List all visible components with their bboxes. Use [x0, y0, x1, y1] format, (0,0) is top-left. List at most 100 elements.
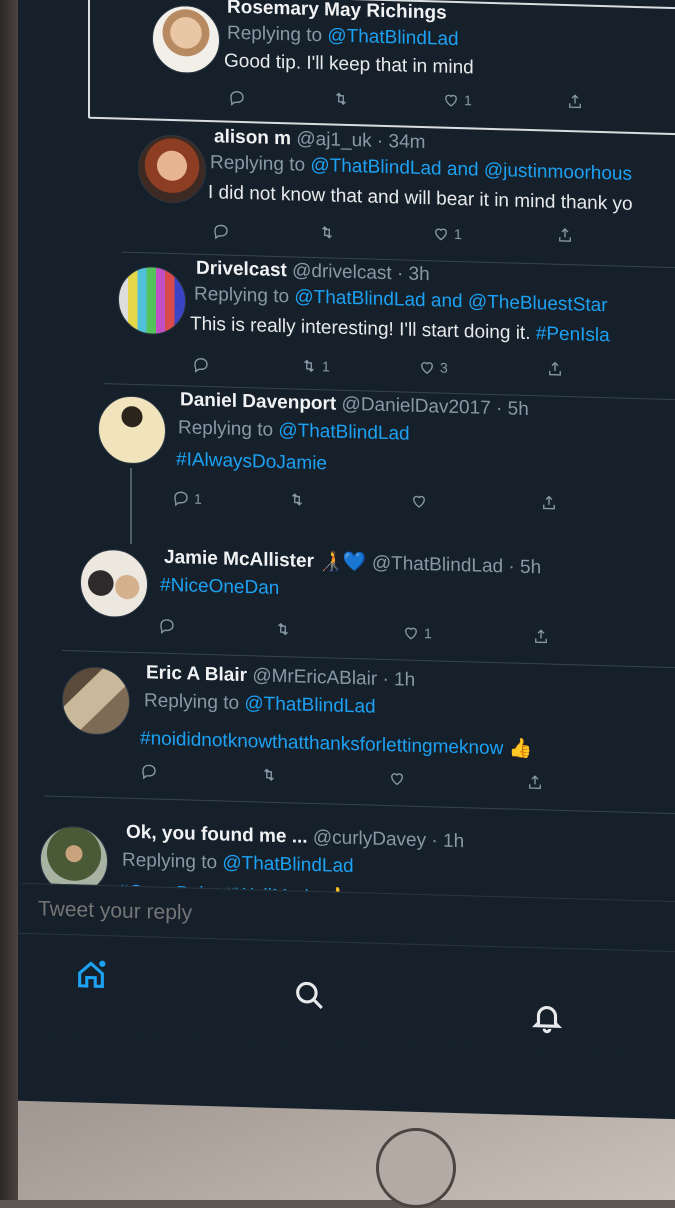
- reply-button[interactable]: [192, 356, 210, 375]
- tweet-text: I did not know that and will bear it in …: [208, 182, 633, 215]
- display-name[interactable]: alison m: [214, 126, 291, 149]
- heart-icon: [391, 773, 403, 786]
- replying-prefix: Replying to: [178, 417, 274, 441]
- reply-button[interactable]: [140, 762, 158, 781]
- avatar[interactable]: [62, 665, 130, 736]
- tweet[interactable]: Ok, you found me ... @curlyDavey · 1h Re…: [0, 818, 675, 909]
- timestamp: · 1h: [431, 830, 465, 853]
- retweet-button[interactable]: 1: [300, 357, 330, 376]
- tab-notifications[interactable]: [530, 1000, 570, 1041]
- share-button[interactable]: [540, 493, 558, 512]
- mention-link[interactable]: @ThatBlindLad: [222, 852, 353, 877]
- like-button[interactable]: 3: [418, 358, 448, 377]
- handle[interactable]: @aj1_uk: [296, 129, 371, 152]
- heart-icon: [421, 362, 433, 374]
- share-icon: [529, 775, 541, 790]
- replying-to: Replying to @ThatBlindLad and @TheBluest…: [194, 284, 608, 318]
- avatar[interactable]: [152, 4, 220, 75]
- reply-button[interactable]: [228, 89, 250, 108]
- display-name[interactable]: Daniel Davenport: [180, 389, 336, 414]
- tweet-header: Ok, you found me ... @curlyDavey · 1h: [126, 822, 464, 853]
- handle[interactable]: @MrEricABlair: [252, 665, 377, 689]
- like-button[interactable]: [388, 769, 406, 788]
- retweet-button[interactable]: [274, 620, 292, 639]
- hashtag-link[interactable]: #PenIsla: [536, 323, 610, 346]
- replying-to: Replying to @ThatBlindLad: [144, 690, 376, 718]
- mention-link[interactable]: @ThatBlindLad: [278, 420, 409, 445]
- retweet-icon: [264, 768, 274, 782]
- handle[interactable]: @curlyDavey: [313, 827, 426, 851]
- reply-button[interactable]: 1: [172, 489, 202, 508]
- share-icon: [559, 228, 571, 242]
- home-icon: [78, 960, 106, 989]
- replying-prefix: Replying to: [144, 690, 240, 714]
- timestamp: · 34m: [376, 130, 426, 154]
- hashtag-link[interactable]: #NiceOneDan: [160, 575, 279, 600]
- timestamp: · 5h: [496, 398, 529, 420]
- like-count: 1: [424, 625, 432, 642]
- reply-button[interactable]: [158, 617, 176, 636]
- replying-prefix: Replying to: [210, 152, 306, 176]
- heart-icon: [435, 228, 447, 241]
- share-button[interactable]: [532, 627, 550, 646]
- mention-link[interactable]: @ThatBlindLad: [327, 25, 458, 50]
- mention-link[interactable]: @ThatBlindLad and @justinmoorhous: [310, 155, 632, 185]
- replying-prefix: Replying to: [122, 849, 218, 874]
- like-button[interactable]: 1: [402, 623, 432, 642]
- reply-icon: [160, 619, 174, 634]
- tweet[interactable]: Eric A Blair @MrEricABlair · 1h Replying…: [0, 658, 675, 815]
- retweet-button[interactable]: [332, 89, 354, 108]
- display-name[interactable]: Drivelcast: [196, 258, 287, 282]
- share-button[interactable]: [546, 359, 564, 378]
- retweet-button[interactable]: [260, 765, 278, 784]
- share-icon: [543, 495, 555, 510]
- display-name[interactable]: Ok, you found me ...: [126, 822, 308, 848]
- hashtag-link[interactable]: #IAlwaysDoJamie: [176, 449, 327, 475]
- tweet-header: Jamie McAllister 🧑‍🦯💙 @ThatBlindLad · 5h: [164, 545, 541, 580]
- reply-icon: [214, 224, 228, 240]
- twitter-screen: Rosemary May Richings Replying to @ThatB…: [0, 0, 675, 1120]
- tweet[interactable]: Drivelcast @drivelcast · 3h Replying to …: [0, 252, 675, 401]
- reply-button[interactable]: [212, 222, 230, 241]
- share-icon: [535, 629, 547, 644]
- display-name[interactable]: Eric A Blair: [146, 662, 247, 686]
- reply-count: 1: [194, 490, 202, 507]
- handle[interactable]: @drivelcast: [292, 260, 392, 284]
- share-button[interactable]: [556, 226, 574, 245]
- like-button[interactable]: [410, 492, 428, 511]
- timestamp: · 1h: [382, 668, 416, 691]
- mention-link[interactable]: @ThatBlindLad and @TheBluestStar: [294, 286, 607, 316]
- tab-home[interactable]: [74, 957, 114, 998]
- search-icon: [296, 981, 323, 1010]
- tweet-header: Eric A Blair @MrEricABlair · 1h: [146, 662, 415, 692]
- retweet-icon: [304, 359, 314, 373]
- notifications-icon: [531, 1006, 563, 1034]
- share-button[interactable]: [526, 773, 544, 792]
- handle[interactable]: @DanielDav2017: [342, 394, 491, 419]
- retweet-icon: [278, 622, 288, 636]
- reply-icon: [174, 491, 188, 507]
- avatar[interactable]: [138, 134, 206, 204]
- share-button[interactable]: [566, 92, 584, 111]
- avatar[interactable]: [118, 265, 186, 336]
- heart-icon: [445, 94, 457, 107]
- reply-icon: [230, 91, 244, 106]
- like-count: 1: [454, 225, 462, 243]
- display-name[interactable]: Jamie McAllister 🧑‍🦯💙: [164, 547, 367, 574]
- tab-search[interactable]: [292, 977, 332, 1018]
- like-button[interactable]: 1: [432, 224, 462, 243]
- retweet-button[interactable]: [318, 223, 336, 242]
- reply-icon: [142, 764, 156, 780]
- tweet[interactable]: Jamie McAllister 🧑‍🦯💙 @ThatBlindLad · 5h…: [0, 540, 675, 669]
- handle[interactable]: @ThatBlindLad: [372, 553, 503, 578]
- hashtag-link[interactable]: #noididnotknowthatthanksforlettingmeknow…: [140, 726, 532, 761]
- tweet[interactable]: Daniel Davenport @DanielDav2017 · 5h Rep…: [0, 384, 675, 544]
- device-home-button[interactable]: [376, 1128, 456, 1208]
- like-button[interactable]: 1: [442, 91, 472, 110]
- avatar[interactable]: [80, 548, 148, 619]
- mention-link[interactable]: @ThatBlindLad: [244, 693, 375, 718]
- retweet-button[interactable]: [288, 490, 306, 509]
- heart-icon: [405, 627, 417, 640]
- avatar[interactable]: [98, 394, 166, 465]
- heart-icon: [413, 495, 425, 508]
